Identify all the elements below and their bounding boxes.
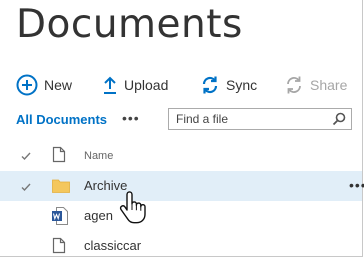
new-button[interactable]: New — [16, 74, 72, 96]
select-all-checkmark-icon[interactable] — [20, 149, 32, 167]
list-item[interactable]: Archive ••• — [0, 171, 364, 201]
folder-icon — [52, 178, 70, 198]
sync-icon — [200, 75, 220, 95]
file-type-header-icon — [52, 146, 66, 168]
document-library-panel: Documents New Upload Sync Share All Docu… — [0, 0, 364, 257]
list-item[interactable]: agen — [0, 201, 362, 231]
view-more-button[interactable]: ••• — [122, 110, 140, 126]
view-all-documents[interactable]: All Documents — [16, 112, 107, 127]
row-more-button[interactable]: ••• — [349, 177, 364, 193]
page-title: Documents — [16, 2, 243, 47]
plus-circle-icon — [16, 74, 38, 96]
search-icon[interactable] — [332, 112, 346, 131]
upload-arrow-icon — [102, 75, 118, 95]
file-icon — [52, 237, 66, 259]
file-name[interactable]: classiccar — [84, 238, 141, 253]
search-placeholder: Find a file — [176, 112, 229, 126]
row-checkmark-icon[interactable] — [20, 180, 32, 198]
word-document-icon — [52, 207, 68, 230]
share-label: Share — [310, 77, 348, 93]
upload-button[interactable]: Upload — [102, 74, 168, 96]
file-name[interactable]: agen — [84, 208, 113, 223]
list-item[interactable]: classiccar — [0, 231, 362, 261]
view-selector[interactable]: All Documents — [16, 108, 107, 130]
share-button[interactable]: Share — [284, 74, 347, 96]
list-header: Name — [0, 140, 362, 172]
column-header-name[interactable]: Name — [84, 150, 113, 162]
new-label: New — [44, 77, 73, 93]
hand-pointer-cursor-icon — [118, 190, 148, 229]
upload-label: Upload — [124, 77, 169, 93]
sync-button[interactable]: Sync — [200, 74, 257, 96]
search-box[interactable]: Find a file — [168, 108, 352, 130]
sync-label: Sync — [226, 77, 258, 93]
share-icon — [284, 75, 304, 95]
